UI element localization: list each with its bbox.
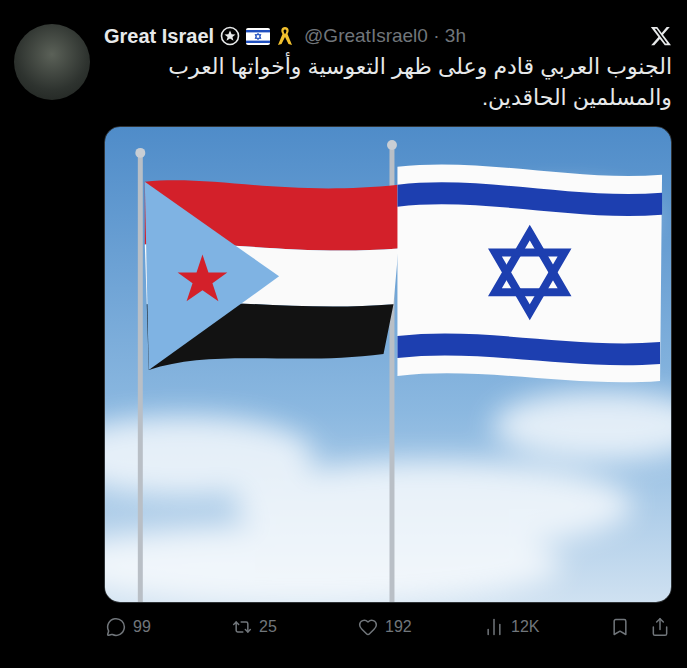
- like-count: 192: [385, 618, 412, 636]
- share-button[interactable]: [650, 617, 670, 637]
- post-text: الجنوب العربي قادم وعلى ظهر التعوسية وأخ…: [104, 52, 672, 114]
- post: Great Israel @GreatIsrael0 · 3h الجنوب الع…: [0, 0, 687, 668]
- views-button[interactable]: 12K: [484, 617, 544, 637]
- israel-flag-icon: [246, 28, 270, 45]
- yellow-ribbon-icon: [276, 25, 294, 47]
- reply-button[interactable]: 99: [106, 617, 166, 637]
- post-media[interactable]: [104, 126, 672, 603]
- author-name[interactable]: Great Israel: [104, 25, 214, 48]
- views-icon: [484, 617, 504, 637]
- repost-count: 25: [259, 618, 277, 636]
- avatar[interactable]: [14, 24, 90, 100]
- repost-icon: [232, 617, 252, 637]
- share-icon: [650, 617, 670, 637]
- repost-button[interactable]: 25: [232, 617, 292, 637]
- left-flagpole: [138, 152, 143, 601]
- reply-count: 99: [133, 618, 151, 636]
- bookmark-icon: [610, 617, 630, 637]
- views-count: 12K: [511, 618, 539, 636]
- israel-flag: [397, 164, 662, 382]
- verified-badge-icon: [220, 26, 240, 46]
- like-button[interactable]: 192: [358, 617, 418, 637]
- post-content: Great Israel @GreatIsrael0 · 3h الجنوب الع…: [104, 22, 672, 668]
- author-handle[interactable]: @GreatIsrael0 · 3h: [304, 25, 466, 47]
- like-icon: [358, 617, 378, 637]
- trailing-actions: [610, 617, 670, 637]
- bookmark-button[interactable]: [610, 617, 630, 637]
- x-logo-icon: [650, 25, 672, 47]
- reply-icon: [106, 617, 126, 637]
- action-bar: 99 25 192 12K: [104, 617, 672, 637]
- south-yemen-flag: [145, 180, 399, 370]
- flags-photo: [105, 127, 671, 602]
- post-header: Great Israel @GreatIsrael0 · 3h: [104, 22, 672, 50]
